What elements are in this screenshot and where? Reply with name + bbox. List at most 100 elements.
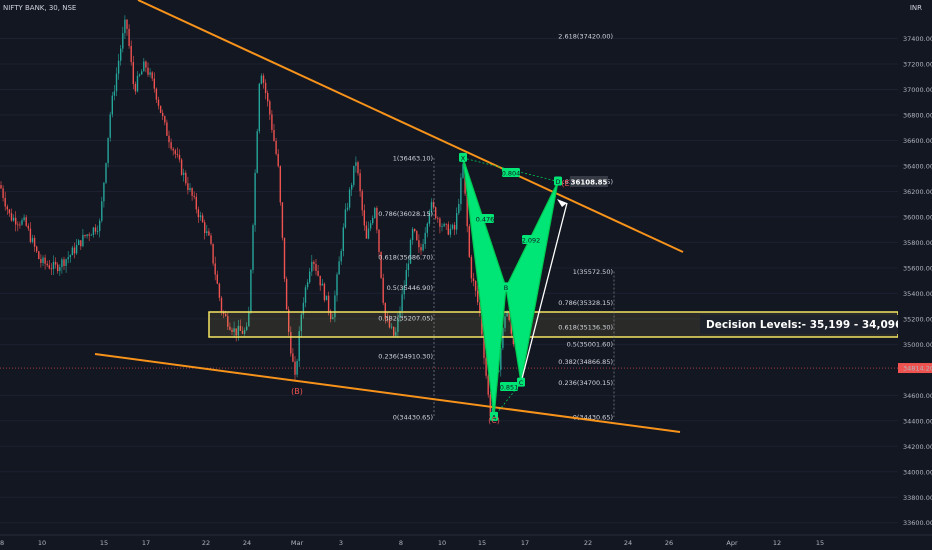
candle-body bbox=[420, 247, 422, 251]
candle-body bbox=[69, 255, 71, 258]
ratio-label: 2.092 bbox=[522, 237, 541, 245]
chart[interactable]: Decision Levels:- 35,199 - 34,096 (No Tr… bbox=[0, 0, 932, 550]
candle-body bbox=[353, 165, 355, 185]
xab-triangle bbox=[462, 157, 507, 417]
candle-body bbox=[445, 223, 447, 225]
candle-body bbox=[63, 259, 65, 266]
fib-label-left: 0.618(35686.70) bbox=[378, 253, 433, 261]
candle-body bbox=[201, 215, 204, 223]
candle-body bbox=[281, 202, 284, 238]
fib-label-right: 1(35572.50) bbox=[573, 268, 613, 276]
candle-body bbox=[378, 229, 380, 252]
candle-body bbox=[401, 294, 403, 311]
candle-body bbox=[453, 224, 456, 230]
candle-body bbox=[443, 223, 445, 227]
x-tick-label: 12 bbox=[773, 539, 781, 547]
candle-body bbox=[17, 224, 19, 226]
candle-body bbox=[208, 231, 210, 236]
x-tick-label: 24 bbox=[243, 539, 251, 547]
candle-body bbox=[25, 217, 27, 226]
candle-body bbox=[437, 218, 439, 219]
y-tick-label: 34600.00 bbox=[903, 392, 932, 400]
candle-body bbox=[311, 261, 313, 272]
candle-body bbox=[285, 278, 288, 310]
candle-body bbox=[23, 217, 25, 221]
candle-body bbox=[260, 75, 263, 84]
candle-body bbox=[6, 206, 8, 210]
price-chart-svg[interactable]: Decision Levels:- 35,199 - 34,096 (No Tr… bbox=[0, 0, 932, 550]
candle-body bbox=[107, 137, 109, 164]
candle-body bbox=[458, 204, 460, 214]
candle-body bbox=[344, 209, 347, 228]
candle-body bbox=[57, 264, 59, 272]
candle-body bbox=[279, 166, 281, 203]
candle-body bbox=[252, 225, 254, 270]
fib-label-left: 0.5(35446.90) bbox=[387, 284, 433, 292]
y-tick-label: 37200.00 bbox=[903, 61, 932, 69]
point-label-x: X bbox=[461, 154, 466, 162]
fib-label-left: 1(36463.10) bbox=[393, 154, 433, 162]
candle-body bbox=[357, 162, 359, 174]
candle-body bbox=[355, 162, 357, 166]
candle-body bbox=[361, 191, 363, 211]
y-tick-label: 37400.00 bbox=[903, 35, 932, 43]
candle-body bbox=[220, 297, 223, 312]
candle-body bbox=[90, 234, 92, 236]
candle-body bbox=[369, 223, 372, 229]
candle-body bbox=[367, 228, 370, 239]
x-tick-label: 22 bbox=[584, 539, 592, 547]
candle-body bbox=[84, 234, 86, 237]
fib-label-left: 0.236(34910.30) bbox=[378, 352, 433, 360]
candle-body bbox=[31, 238, 34, 242]
candle-body bbox=[103, 182, 105, 202]
candle-body bbox=[456, 213, 458, 230]
candle-body bbox=[267, 93, 269, 102]
fib-label-right: 0.382(34866.85) bbox=[558, 358, 613, 366]
candle-body bbox=[451, 224, 454, 229]
candle-body bbox=[365, 225, 368, 239]
point-label-b: B bbox=[504, 284, 508, 292]
x-tick-label: 15 bbox=[478, 539, 486, 547]
candle-body bbox=[115, 73, 118, 92]
x-tick-label: 26 bbox=[665, 539, 673, 547]
candle-body bbox=[309, 271, 311, 283]
candle-body bbox=[71, 247, 74, 256]
candle-body bbox=[172, 148, 174, 151]
x-tick-label: Apr bbox=[726, 539, 738, 547]
candle-body bbox=[75, 244, 78, 254]
candle-body bbox=[262, 75, 265, 83]
candle-body bbox=[80, 240, 82, 247]
projection-arrowhead bbox=[557, 199, 567, 207]
fib-label-right: 2.618(37420.00) bbox=[558, 33, 613, 41]
candle-body bbox=[256, 131, 258, 173]
candle-body bbox=[470, 256, 473, 279]
candle-body bbox=[294, 361, 296, 375]
candle-body bbox=[296, 360, 298, 375]
candle-body bbox=[122, 33, 124, 49]
y-tick-label: 35800.00 bbox=[903, 239, 932, 247]
y-tick-label: 37000.00 bbox=[903, 86, 932, 94]
candle-body bbox=[151, 72, 153, 79]
y-tick-label: 33800.00 bbox=[903, 494, 932, 502]
candle-body bbox=[191, 188, 193, 196]
candle-body bbox=[472, 278, 475, 282]
candle-body bbox=[411, 228, 414, 241]
candle-body bbox=[269, 101, 271, 115]
x-tick-label: 22 bbox=[202, 539, 210, 547]
y-tick-label: 35000.00 bbox=[903, 341, 932, 349]
candle-body bbox=[113, 91, 116, 96]
bcd-triangle bbox=[505, 181, 559, 383]
fib-label-left: 0.382(35207.05) bbox=[378, 314, 433, 322]
candle-body bbox=[15, 217, 17, 225]
candle-body bbox=[474, 281, 477, 291]
fib-label-right: 0.786(35328.15) bbox=[558, 299, 613, 307]
candle-body bbox=[424, 232, 426, 245]
candle-body bbox=[199, 215, 202, 218]
candle-body bbox=[325, 295, 328, 301]
candle-body bbox=[65, 259, 67, 266]
candle-body bbox=[418, 240, 420, 248]
candle-body bbox=[86, 234, 88, 237]
y-tick-label: 35600.00 bbox=[903, 264, 932, 272]
y-tick-label: 36000.00 bbox=[903, 213, 932, 221]
y-tick-label: 33600.00 bbox=[903, 519, 932, 527]
